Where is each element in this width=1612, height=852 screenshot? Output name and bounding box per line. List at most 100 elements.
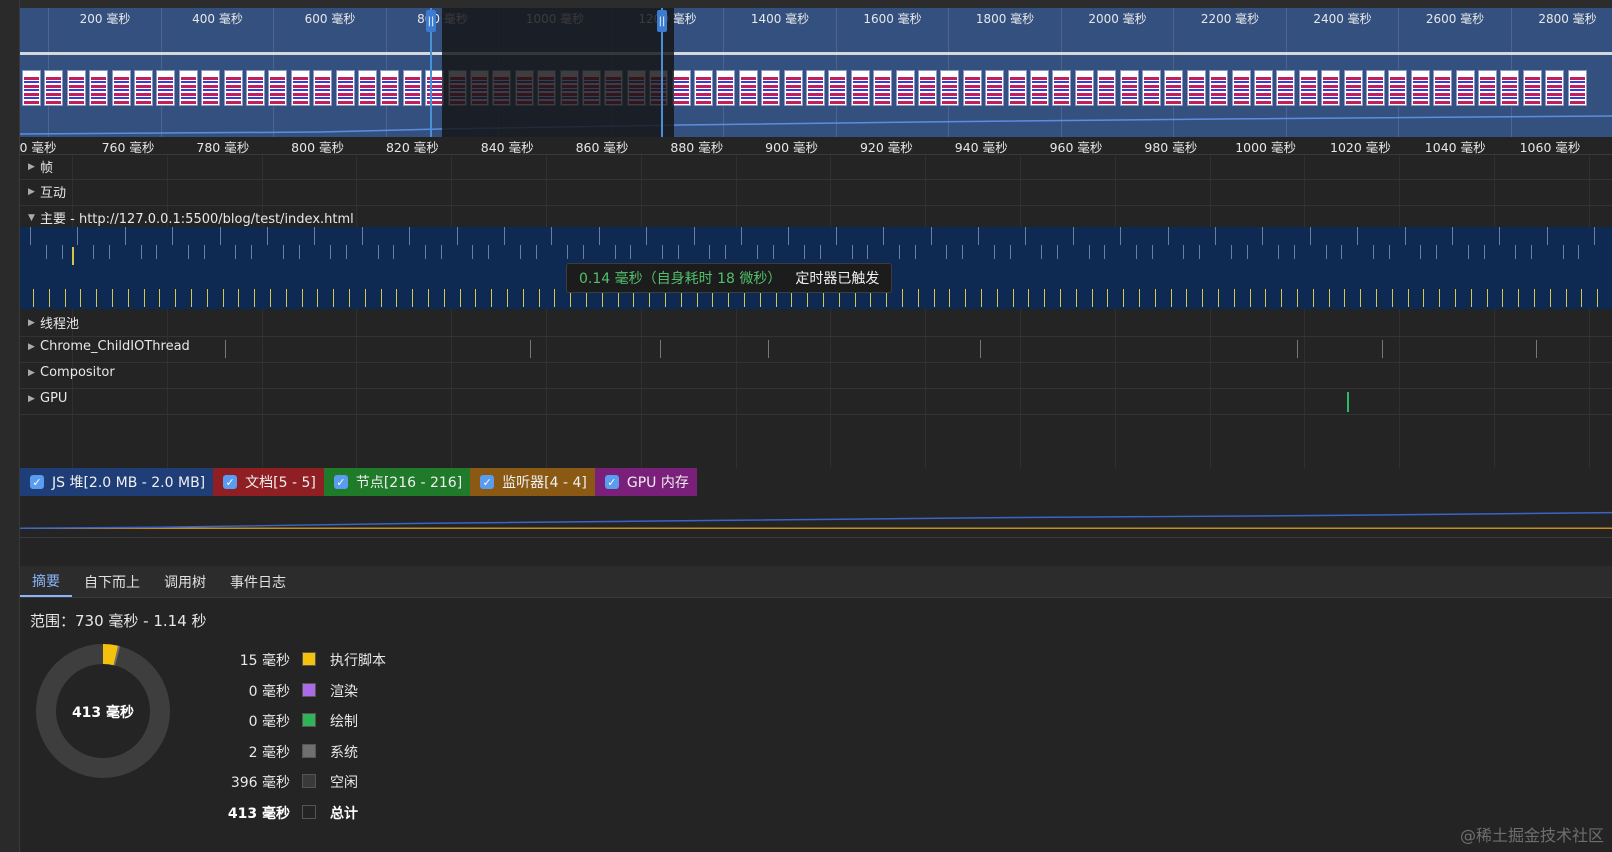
main-timer-mark[interactable]: [1265, 289, 1267, 307]
main-timer-mark[interactable]: [1202, 289, 1204, 307]
main-timer-mark[interactable]: [1534, 289, 1535, 307]
main-timer-mark[interactable]: [1455, 289, 1456, 307]
main-task-mark[interactable]: [1309, 227, 1311, 245]
main-timer-mark[interactable]: [1139, 289, 1140, 307]
main-task-mark[interactable]: [1136, 245, 1137, 259]
counter-toggle[interactable]: ✓ 文档[5 - 5]: [213, 468, 324, 496]
track-thread-pool[interactable]: ▶ 线程池: [20, 311, 1612, 337]
main-task-mark[interactable]: [235, 245, 237, 259]
main-timer-mark[interactable]: [270, 289, 271, 307]
details-tab[interactable]: 事件日志: [218, 566, 298, 597]
main-task-mark[interactable]: [1373, 245, 1374, 259]
main-timer-mark[interactable]: [475, 289, 477, 307]
main-task-mark[interactable]: [93, 245, 95, 259]
main-timer-mark[interactable]: [491, 289, 493, 307]
main-task-mark[interactable]: [219, 227, 221, 245]
counter-toggle[interactable]: ✓ JS 堆[2.0 MB - 2.0 MB]: [20, 468, 214, 496]
io-task-mark[interactable]: [1297, 340, 1298, 358]
main-timer-mark[interactable]: [127, 289, 129, 307]
main-timer-mark[interactable]: [412, 289, 414, 307]
main-task-mark[interactable]: [282, 245, 284, 259]
main-timer-mark[interactable]: [1233, 289, 1235, 307]
main-task-mark[interactable]: [1515, 245, 1517, 259]
main-task-mark[interactable]: [535, 245, 537, 259]
main-timer-mark[interactable]: [72, 247, 74, 265]
expand-caret-icon[interactable]: ▶: [28, 368, 40, 378]
main-task-mark[interactable]: [361, 227, 363, 245]
io-task-mark[interactable]: [1536, 340, 1537, 358]
main-task-mark[interactable]: [835, 227, 837, 245]
main-task-mark[interactable]: [598, 227, 600, 245]
main-timer-mark[interactable]: [949, 289, 951, 307]
main-task-mark[interactable]: [899, 245, 900, 259]
main-timer-mark[interactable]: [396, 289, 398, 307]
main-timer-mark[interactable]: [1486, 289, 1488, 307]
main-timer-mark[interactable]: [112, 289, 113, 307]
main-task-mark[interactable]: [725, 245, 727, 259]
main-task-mark[interactable]: [930, 227, 932, 245]
track-interactions[interactable]: ▶ 互动: [20, 180, 1612, 206]
main-task-mark[interactable]: [425, 245, 426, 259]
main-task-mark[interactable]: [741, 227, 742, 245]
expand-caret-icon[interactable]: ▶: [28, 162, 40, 172]
main-task-mark[interactable]: [709, 245, 711, 259]
main-task-mark[interactable]: [1230, 245, 1232, 259]
selection-right-grip[interactable]: ||: [657, 10, 667, 32]
main-task-mark[interactable]: [946, 245, 948, 259]
main-task-mark[interactable]: [646, 227, 648, 245]
main-timer-mark[interactable]: [1154, 289, 1156, 307]
main-task-mark[interactable]: [156, 245, 158, 259]
io-task-mark[interactable]: [768, 340, 769, 358]
main-task-mark[interactable]: [804, 245, 806, 259]
main-timer-mark[interactable]: [1518, 289, 1520, 307]
main-timer-mark[interactable]: [48, 289, 50, 307]
main-task-mark[interactable]: [1578, 245, 1580, 259]
counter-toggle[interactable]: ✓ GPU 内存: [594, 468, 697, 496]
main-timer-mark[interactable]: [1107, 289, 1109, 307]
main-task-mark[interactable]: [1357, 227, 1359, 245]
main-timer-mark[interactable]: [33, 289, 34, 307]
checkbox-icon[interactable]: ✓: [333, 475, 348, 489]
main-task-mark[interactable]: [45, 245, 47, 259]
main-timer-mark[interactable]: [1439, 289, 1441, 307]
main-task-mark[interactable]: [1041, 245, 1043, 259]
main-task-mark[interactable]: [630, 245, 632, 259]
main-timer-mark[interactable]: [143, 289, 145, 307]
main-task-mark[interactable]: [330, 245, 332, 259]
main-task-mark[interactable]: [1009, 245, 1011, 259]
expand-caret-icon[interactable]: ▶: [28, 187, 40, 197]
track-compositor[interactable]: ▶ Compositor: [20, 363, 1612, 389]
expand-caret-icon[interactable]: ▶: [28, 318, 40, 328]
main-timer-mark[interactable]: [965, 289, 967, 307]
main-timer-mark[interactable]: [554, 289, 556, 307]
main-task-mark[interactable]: [1167, 227, 1169, 245]
main-timer-mark[interactable]: [1423, 289, 1425, 307]
main-task-mark[interactable]: [140, 245, 142, 259]
main-task-mark[interactable]: [488, 245, 490, 259]
main-timer-mark[interactable]: [285, 289, 287, 307]
main-task-mark[interactable]: [614, 245, 616, 259]
main-task-mark[interactable]: [914, 245, 916, 259]
track-main[interactable]: ▼ 主要 - http://127.0.0.1:5500/blog/test/in…: [20, 206, 1612, 227]
main-timer-mark[interactable]: [80, 289, 82, 307]
main-timer-mark[interactable]: [981, 289, 982, 307]
main-task-mark[interactable]: [662, 245, 663, 259]
main-task-mark[interactable]: [251, 245, 253, 259]
main-task-mark[interactable]: [77, 227, 79, 245]
main-timer-mark[interactable]: [1312, 289, 1314, 307]
main-timer-mark[interactable]: [1028, 289, 1030, 307]
io-task-mark[interactable]: [225, 340, 226, 358]
main-task-mark[interactable]: [1262, 227, 1264, 245]
main-task-mark[interactable]: [504, 227, 505, 245]
main-task-mark[interactable]: [409, 227, 411, 245]
main-timer-mark[interactable]: [206, 289, 208, 307]
main-task-mark[interactable]: [1341, 245, 1343, 259]
main-timer-mark[interactable]: [96, 289, 98, 307]
main-task-mark[interactable]: [1325, 245, 1327, 259]
main-task-mark[interactable]: [693, 227, 695, 245]
main-timer-mark[interactable]: [191, 289, 192, 307]
main-timer-mark[interactable]: [1470, 289, 1472, 307]
main-task-mark[interactable]: [1562, 245, 1564, 259]
selection-left-grip[interactable]: ||: [426, 10, 436, 32]
main-task-mark[interactable]: [1499, 227, 1501, 245]
